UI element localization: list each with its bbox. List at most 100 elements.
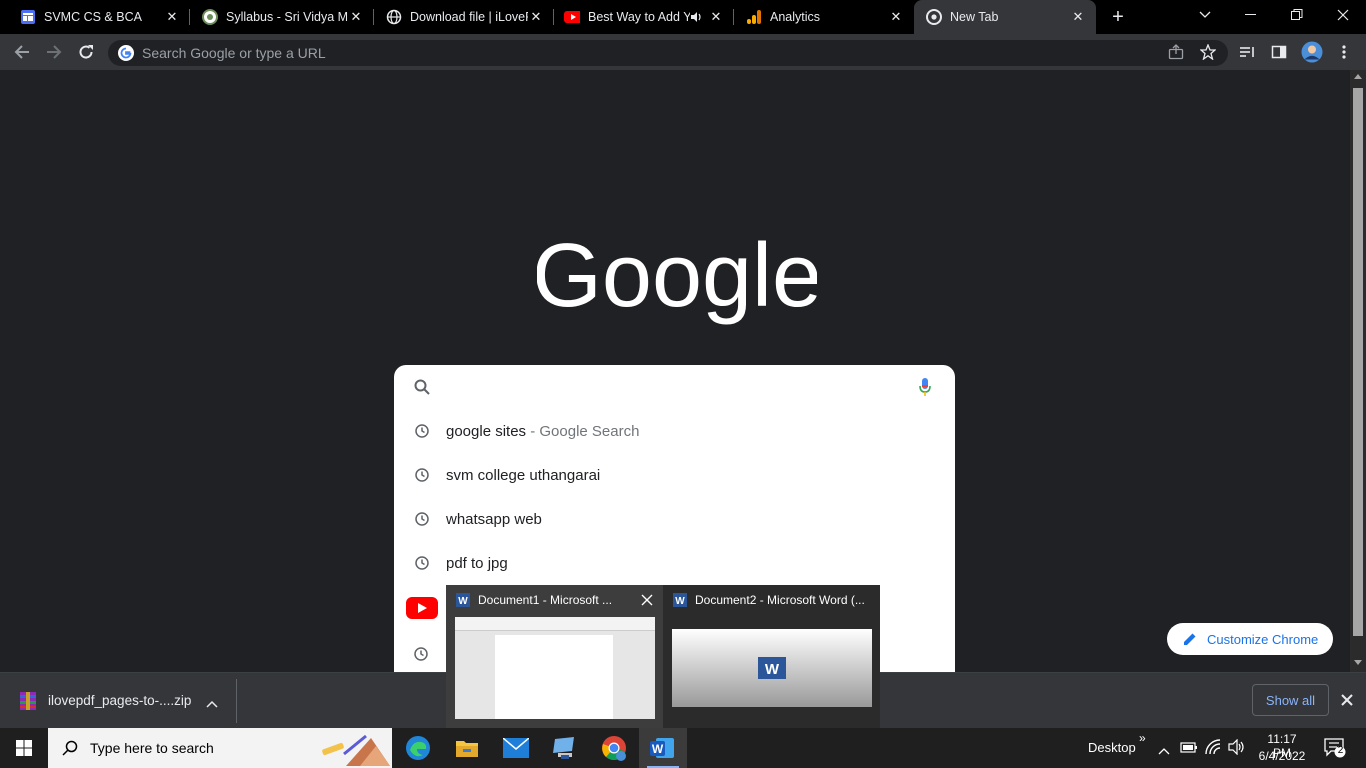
close-window-icon[interactable] [1320, 0, 1366, 30]
thumbnail-title: Document1 - Microsoft ... [478, 593, 613, 607]
forward-arrow-icon[interactable] [42, 40, 66, 64]
suggestion-item[interactable]: whatsapp web [394, 497, 955, 541]
file-explorer-icon[interactable] [443, 728, 491, 768]
tab-label: Syllabus - Sri Vidya Mandir [226, 10, 348, 24]
show-all-button[interactable]: Show all [1252, 684, 1329, 716]
search-icon [62, 740, 78, 756]
zip-file-icon [20, 692, 36, 715]
tab-syllabus[interactable]: Syllabus - Sri Vidya Mandir ✕ [190, 0, 374, 34]
tab-svmc[interactable]: SVMC CS & BCA ✕ [0, 0, 190, 34]
suggestion-item[interactable]: google sites - Google Search [394, 409, 955, 453]
taskbar-search-box[interactable]: Type here to search [48, 728, 392, 768]
google-logo: Google [532, 226, 822, 328]
pencil-icon [1183, 632, 1197, 646]
history-clock-icon [414, 647, 428, 666]
close-download-shelf-icon[interactable] [1340, 693, 1354, 712]
chrome-icon [926, 9, 942, 25]
svg-text:W: W [765, 661, 780, 678]
desktop-shortcut-icon[interactable] [541, 728, 589, 768]
reading-list-icon[interactable] [1235, 40, 1259, 64]
youtube-icon [564, 9, 580, 25]
new-tab-plus-icon[interactable]: + [1098, 2, 1138, 32]
history-clock-icon [402, 424, 442, 438]
tab-label: Download file | iLovePDF [410, 10, 528, 24]
download-filename[interactable]: ilovepdf_pages-to-....zip [48, 693, 191, 708]
reload-icon[interactable] [74, 40, 98, 64]
close-icon[interactable]: ✕ [888, 9, 904, 25]
google-g-icon [118, 45, 134, 61]
close-icon[interactable]: ✕ [164, 9, 180, 25]
svg-text:W: W [458, 596, 468, 607]
profile-avatar[interactable] [1300, 40, 1324, 64]
scroll-up-arrow-icon[interactable] [1354, 74, 1362, 79]
word-logo-icon: W [758, 657, 786, 684]
chevron-up-icon[interactable] [206, 695, 218, 713]
address-bar[interactable]: Search Google or type a URL [108, 40, 1228, 66]
suggestion-item[interactable]: svm college uthangarai [394, 453, 955, 497]
restore-icon[interactable] [1274, 0, 1320, 30]
thumbnail-document1[interactable]: W Document1 - Microsoft ... [446, 585, 663, 728]
tab-search-chevron-icon[interactable] [1182, 0, 1228, 30]
minimize-icon[interactable] [1228, 0, 1274, 30]
history-clock-icon [402, 468, 442, 482]
windows-start-icon[interactable] [0, 728, 48, 768]
sites-icon [20, 9, 36, 25]
tab-new-tab[interactable]: New Tab ✕ [914, 0, 1096, 34]
document2-preview-image: W [672, 629, 872, 707]
clock-date[interactable]: 6/4/2022 [1257, 749, 1307, 763]
taskbar-search-placeholder: Type here to search [90, 740, 214, 756]
close-icon[interactable] [640, 593, 654, 612]
close-icon[interactable]: ✕ [348, 9, 364, 25]
svg-text:W: W [652, 742, 664, 756]
chrome-taskbar-icon[interactable] [590, 728, 638, 768]
search-icon [414, 379, 430, 400]
address-bar-placeholder: Search Google or type a URL [142, 45, 326, 61]
side-panel-icon[interactable] [1267, 40, 1291, 64]
page-scrollbar[interactable] [1350, 70, 1366, 672]
windows-taskbar: Type here to search W Desktop » 11:17 PM… [0, 728, 1366, 768]
customize-chrome-button[interactable]: Customize Chrome [1167, 623, 1333, 655]
college-icon [202, 9, 218, 25]
customize-chrome-label: Customize Chrome [1207, 631, 1319, 647]
share-icon[interactable] [1164, 40, 1188, 64]
tab-label: New Tab [950, 10, 999, 24]
document1-preview-image [455, 617, 655, 719]
notification-count-badge: 2 [1337, 745, 1344, 756]
kebab-menu-icon[interactable] [1332, 40, 1356, 64]
desktop-toolbar-label[interactable]: Desktop [1088, 740, 1136, 755]
thumbnail-title: Document2 - Microsoft Word (... [695, 593, 865, 607]
tab-ilovepdf[interactable]: Download file | iLovePDF ✕ [374, 0, 554, 34]
tab-label: Analytics [770, 10, 821, 24]
close-icon[interactable]: ✕ [708, 9, 724, 25]
suggestion-text: google sites [446, 422, 527, 440]
tray-chevron-up-icon[interactable] [1158, 742, 1170, 760]
battery-icon[interactable] [1180, 740, 1198, 759]
tab-youtube[interactable]: Best Way to Add YouTube ✕ [554, 0, 734, 34]
close-icon[interactable]: ✕ [528, 9, 544, 25]
search-highlight-illustration-icon [316, 732, 390, 766]
taskbar-thumbnail-preview: W Document1 - Microsoft ... W Document2 … [446, 585, 880, 728]
suggestion-subtext: - Google Search [526, 422, 640, 440]
wifi-icon[interactable] [1205, 739, 1223, 760]
word-taskbar-icon[interactable]: W [639, 728, 687, 768]
scroll-down-arrow-icon[interactable] [1354, 660, 1362, 665]
word-icon: W [673, 593, 687, 607]
edge-browser-icon[interactable] [394, 728, 442, 768]
microphone-icon[interactable] [918, 377, 932, 402]
close-icon[interactable]: ✕ [1070, 9, 1086, 25]
scroll-thumb[interactable] [1353, 88, 1363, 636]
thumbnail-document2[interactable]: W Document2 - Microsoft Word (... W [663, 585, 880, 728]
word-icon: W [456, 593, 470, 607]
volume-icon[interactable] [1228, 738, 1246, 760]
mail-icon[interactable] [492, 728, 540, 768]
notification-center-icon[interactable]: 2 [1324, 738, 1346, 763]
back-arrow-icon[interactable] [10, 40, 34, 64]
double-chevron-icon[interactable]: » [1139, 731, 1146, 745]
suggestion-text: whatsapp web [446, 510, 542, 528]
suggestion-item[interactable]: pdf to jpg [394, 541, 955, 585]
google-logo-text: Google [537, 228, 817, 326]
tab-label: SVMC CS & BCA [44, 10, 142, 24]
bookmark-star-icon[interactable] [1196, 40, 1220, 64]
speaker-icon[interactable] [690, 9, 702, 25]
tab-analytics[interactable]: Analytics ✕ [734, 0, 914, 34]
